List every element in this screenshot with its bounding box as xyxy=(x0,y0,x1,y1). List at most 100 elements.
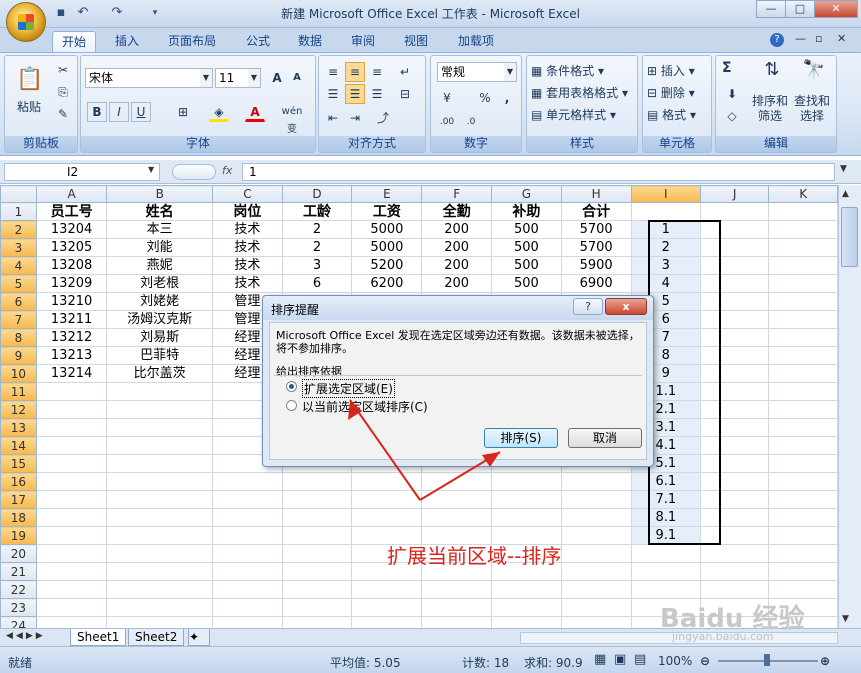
option-current-selection[interactable]: 以当前选定区域排序(C) xyxy=(302,398,428,415)
format-as-table-button[interactable]: ▦ 套用表格格式 ▾ xyxy=(531,84,628,101)
cut-icon[interactable]: ✂ xyxy=(53,60,73,80)
cell[interactable] xyxy=(351,508,423,527)
cell[interactable] xyxy=(212,490,283,509)
format-painter-icon[interactable]: ✎ xyxy=(53,104,73,124)
cell[interactable]: 6200 xyxy=(351,274,423,293)
cell[interactable] xyxy=(491,580,562,599)
cell[interactable] xyxy=(281,544,353,563)
tab-addins[interactable]: 加载项 xyxy=(450,31,502,52)
tab-home[interactable]: 开始 xyxy=(52,31,96,52)
row-header[interactable]: 12 xyxy=(0,400,37,419)
cell[interactable]: 合计 xyxy=(560,202,632,221)
cell[interactable]: 200 xyxy=(421,220,493,239)
column-header[interactable]: H xyxy=(560,185,632,203)
column-header[interactable]: G xyxy=(491,185,562,203)
align-center-icon[interactable]: ☰ xyxy=(345,84,365,104)
align-right-icon[interactable]: ☰ xyxy=(367,84,387,104)
cell[interactable] xyxy=(106,454,214,473)
cell[interactable] xyxy=(421,616,493,628)
cell[interactable] xyxy=(491,490,562,509)
cell[interactable] xyxy=(699,202,770,221)
format-cells-button[interactable]: ▤ 格式 ▾ xyxy=(647,106,696,123)
zoom-out-icon[interactable]: ⊖ xyxy=(700,654,710,668)
cell[interactable] xyxy=(35,526,108,545)
cell[interactable]: 13209 xyxy=(35,274,108,293)
expand-formula-icon[interactable]: ▼ xyxy=(840,164,847,174)
ribbon-close-icon[interactable]: ✕ xyxy=(837,32,846,45)
copy-icon[interactable]: ⎘ xyxy=(53,82,73,102)
help-icon[interactable]: ? xyxy=(770,33,784,47)
cell[interactable] xyxy=(351,472,423,491)
cell[interactable] xyxy=(281,490,353,509)
row-header[interactable]: 5 xyxy=(0,274,37,293)
cell[interactable]: 5700 xyxy=(560,238,632,257)
column-header[interactable]: A xyxy=(35,185,108,203)
select-all-corner[interactable] xyxy=(0,185,37,203)
cell[interactable] xyxy=(560,472,632,491)
tab-formulas[interactable]: 公式 xyxy=(238,31,278,52)
cell[interactable] xyxy=(630,562,701,581)
cell[interactable] xyxy=(106,544,214,563)
cell[interactable] xyxy=(768,436,838,455)
tab-page-layout[interactable]: 页面布局 xyxy=(160,31,224,52)
cell[interactable] xyxy=(212,598,283,617)
minimize-icon[interactable]: — xyxy=(756,0,786,18)
cell[interactable] xyxy=(212,580,283,599)
cell[interactable] xyxy=(212,526,283,545)
cell[interactable] xyxy=(768,508,838,527)
cell[interactable]: 员工号 xyxy=(35,202,108,221)
row-header[interactable]: 20 xyxy=(0,544,37,563)
cell[interactable]: 200 xyxy=(421,238,493,257)
vertical-scrollbar[interactable]: ▲ ▼ xyxy=(838,185,861,628)
cell[interactable]: 5000 xyxy=(351,238,423,257)
zoom-level[interactable]: 100% xyxy=(658,654,692,668)
cell[interactable]: 6900 xyxy=(560,274,632,293)
cell[interactable]: 技术 xyxy=(212,256,283,275)
cell[interactable]: 13205 xyxy=(35,238,108,257)
cell[interactable] xyxy=(491,616,562,628)
tab-data[interactable]: 数据 xyxy=(290,31,330,52)
sheet-tab-sheet1[interactable]: Sheet1 xyxy=(70,629,127,646)
cell[interactable]: 13211 xyxy=(35,310,108,329)
find-select-icon[interactable]: 🔭 xyxy=(800,60,828,86)
cell[interactable]: 6 xyxy=(281,274,353,293)
normal-view-icon[interactable]: ▦ xyxy=(594,652,606,667)
row-header[interactable]: 21 xyxy=(0,562,37,581)
cell[interactable]: 刘姥姥 xyxy=(106,292,214,311)
cell[interactable] xyxy=(768,418,838,437)
cell[interactable] xyxy=(699,562,770,581)
cell[interactable] xyxy=(35,598,108,617)
cell[interactable]: 500 xyxy=(491,238,562,257)
cell[interactable] xyxy=(106,526,214,545)
new-sheet-icon[interactable]: ✦ xyxy=(188,629,210,646)
grow-font-icon[interactable]: A xyxy=(267,68,287,88)
cell[interactable] xyxy=(768,490,838,509)
column-header[interactable]: E xyxy=(351,185,423,203)
cell[interactable] xyxy=(212,472,283,491)
cell[interactable]: 500 xyxy=(491,220,562,239)
cell[interactable] xyxy=(35,580,108,599)
cell[interactable]: 13208 xyxy=(35,256,108,275)
cell[interactable] xyxy=(281,580,353,599)
cell[interactable] xyxy=(35,544,108,563)
cell[interactable]: 3 xyxy=(281,256,353,275)
cell[interactable] xyxy=(560,544,632,563)
cell[interactable] xyxy=(768,472,838,491)
row-header[interactable]: 19 xyxy=(0,526,37,545)
cell[interactable] xyxy=(212,508,283,527)
decrease-decimal-icon[interactable]: .0 xyxy=(461,112,481,132)
row-header[interactable]: 9 xyxy=(0,346,37,365)
cell[interactable] xyxy=(768,328,838,347)
cell[interactable] xyxy=(768,382,838,401)
cell[interactable] xyxy=(768,364,838,383)
insert-cells-button[interactable]: ⊞ 插入 ▾ xyxy=(647,62,695,79)
cell[interactable]: 工龄 xyxy=(281,202,353,221)
cell[interactable] xyxy=(106,598,214,617)
maximize-icon[interactable]: □ xyxy=(785,0,815,18)
find-select-button[interactable]: 查找和 选择 xyxy=(794,94,830,124)
cell[interactable] xyxy=(281,598,353,617)
cell[interactable] xyxy=(106,490,214,509)
merge-center-icon[interactable]: ⊟ xyxy=(395,84,415,104)
sort-button[interactable]: 排序(S) xyxy=(484,428,558,448)
cell[interactable] xyxy=(421,490,493,509)
